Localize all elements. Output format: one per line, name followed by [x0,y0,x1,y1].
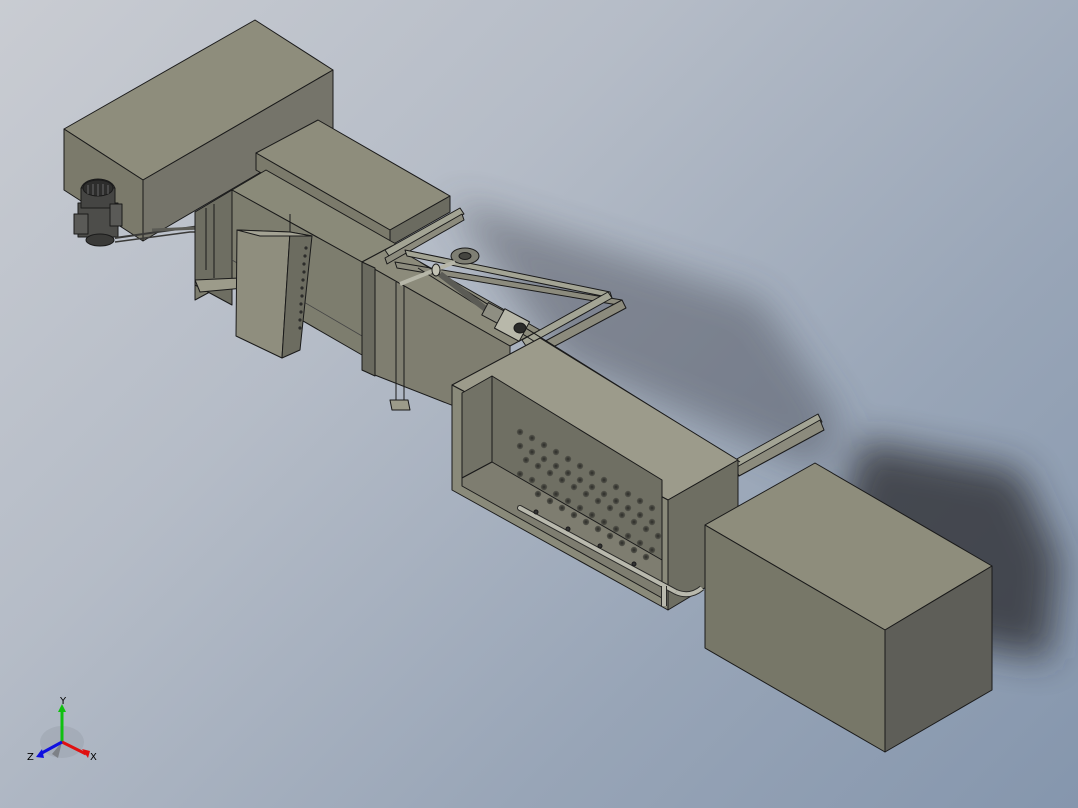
motor[interactable] [73,178,123,247]
hopper-chute[interactable] [235,229,313,359]
x-axis-label: X [90,752,97,763]
z-axis-arrow-icon [36,749,44,758]
y-axis-label: Y [59,696,67,707]
orientation-triad[interactable]: Y X Z [22,694,106,774]
z-axis-label: Z [27,752,34,763]
cad-viewport[interactable] [0,0,1078,808]
machine-assembly[interactable] [63,19,993,753]
